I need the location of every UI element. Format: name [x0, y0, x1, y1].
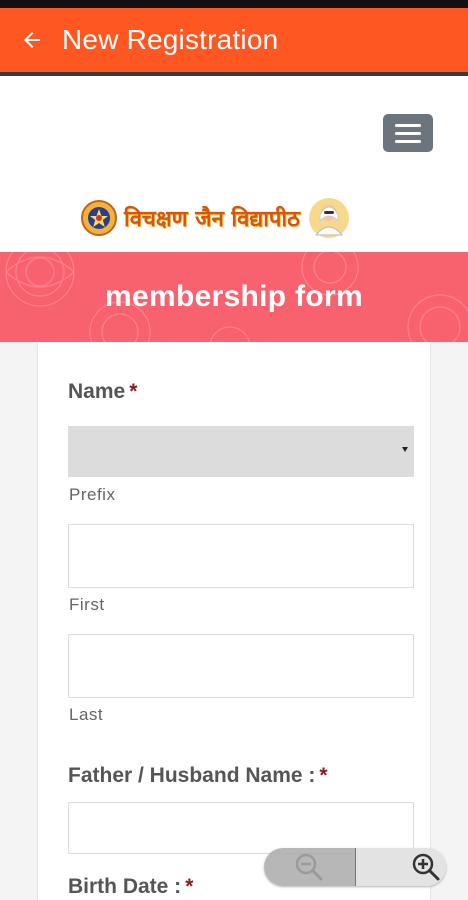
menu-toggle-button[interactable]: [383, 114, 433, 152]
zoom-out-button[interactable]: [264, 848, 355, 886]
first-sublabel: First: [69, 595, 105, 614]
status-bar: [0, 0, 468, 8]
dropdown-arrow-icon: [402, 447, 408, 452]
emblem-icon: [81, 200, 117, 236]
arrow-left-icon: [24, 32, 40, 48]
last-sublabel: Last: [69, 705, 104, 724]
app-title: New Registration: [62, 24, 279, 55]
birth-date-label: Birth Date : *: [68, 875, 194, 898]
prefix-select[interactable]: [68, 426, 414, 477]
hamburger-menu-icon: [395, 123, 421, 127]
zoom-out-icon: [296, 853, 323, 881]
zoom-in-icon: [412, 853, 440, 881]
name-label: Name *: [68, 380, 138, 403]
last-name-input[interactable]: [68, 634, 414, 698]
prefix-sublabel: Prefix: [69, 485, 116, 504]
app-bar-divider: [0, 72, 468, 76]
father-husband-label: Father / Husband Name : *: [68, 764, 328, 787]
first-name-input[interactable]: [68, 524, 414, 588]
site-logo[interactable]: विचक्षण जैन विद्यापीठ: [80, 196, 390, 240]
form-banner: membership form: [0, 252, 468, 342]
required-mark: *: [129, 380, 138, 403]
back-button[interactable]: [8, 8, 56, 72]
portrait-icon: [308, 198, 349, 238]
logo-text: विचक्षण जैन विद्यापीठ: [124, 206, 300, 232]
zoom-in-button[interactable]: [354, 848, 446, 886]
required-mark: *: [319, 764, 328, 787]
zoom-control: [264, 848, 446, 886]
father-husband-input[interactable]: [68, 802, 414, 854]
app-bar: New Registration: [0, 8, 468, 72]
required-mark: *: [185, 875, 194, 898]
banner-title: membership form: [105, 280, 363, 313]
